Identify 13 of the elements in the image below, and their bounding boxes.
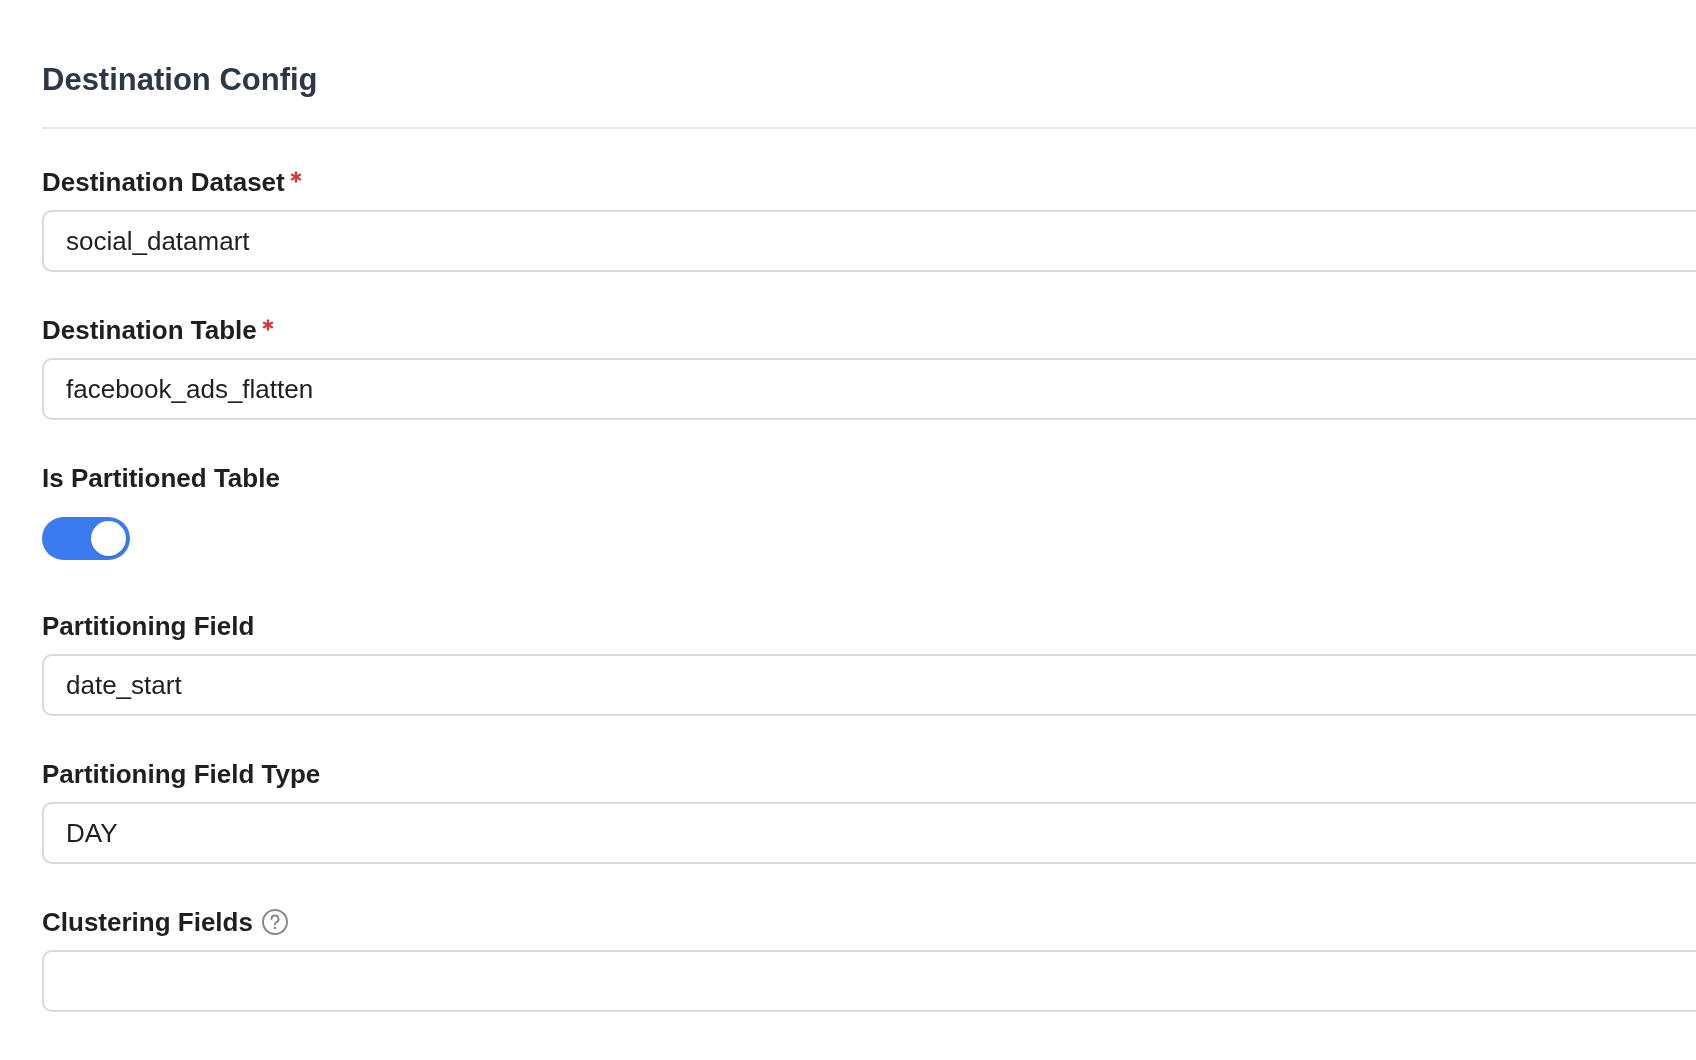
- text-field[interactable]: facebook_ads_flatten: [42, 358, 1696, 420]
- field-label: Clustering Fields: [42, 907, 253, 937]
- section-title: Destination Config: [42, 62, 319, 98]
- field-label: Partitioning Field: [42, 611, 255, 641]
- field-label: Destination Dataset: [42, 167, 285, 197]
- text-field[interactable]: social_datamart: [42, 210, 1696, 272]
- toggle-switch[interactable]: [42, 517, 130, 560]
- help-icon[interactable]: [260, 908, 289, 936]
- field-label: Is Partitioned Table: [42, 463, 280, 493]
- text-field[interactable]: date_start: [42, 654, 1696, 716]
- field-label: Destination Table: [42, 315, 257, 345]
- field-label: Partitioning Field Type: [42, 759, 321, 789]
- text-field[interactable]: DAY: [42, 802, 1696, 864]
